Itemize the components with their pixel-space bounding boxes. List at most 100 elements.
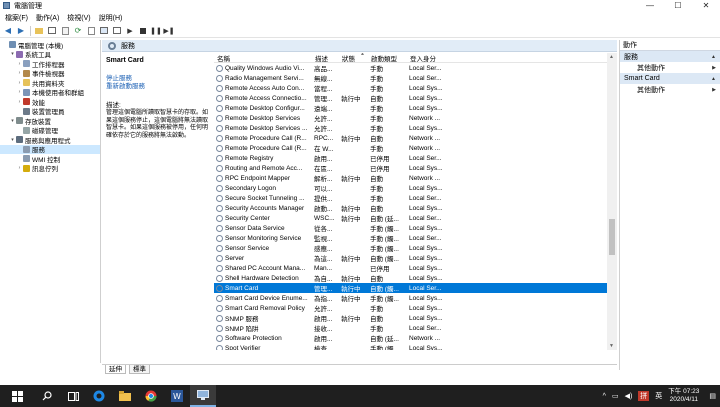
tree-item[interactable]: › 事件檢視器	[0, 69, 100, 78]
service-row[interactable]: Remote Desktop Configur... 遠端... 手動 Local S…	[214, 103, 617, 113]
tree-item[interactable]: ▾ 存放裝置	[0, 116, 100, 126]
tree-item[interactable]: 磁碟管理	[0, 126, 100, 135]
service-row[interactable]: Software Protection 啟用... 自動 (延... Network …	[214, 333, 617, 343]
service-row[interactable]: Security Center WSC... 執行中 自動 (延... Local Se…	[214, 213, 617, 223]
volume-icon[interactable]: ◀)	[625, 392, 633, 400]
service-row[interactable]: Remote Procedure Call (R... RPC... 執行中 自動 Ne…	[214, 133, 617, 143]
tree-item[interactable]: › 效能	[0, 97, 100, 107]
service-row[interactable]: Secondary Logon 可以... 手動 Local Sys...	[214, 183, 617, 193]
stop-service-link[interactable]: 停止服務	[106, 75, 210, 83]
folder-up-icon[interactable]	[34, 26, 44, 36]
refresh-icon[interactable]: ⟳	[73, 26, 83, 36]
tree-item[interactable]: › 工作排程器	[0, 59, 100, 69]
service-row[interactable]: Shell Hardware Detection 為自... 執行中 自動 Local …	[214, 273, 617, 283]
collapse-up-icon[interactable]: ▲	[711, 76, 716, 82]
resume-icon[interactable]: ▶❚	[163, 26, 174, 36]
tree-item[interactable]: 電腦管理 (本機)	[0, 40, 100, 50]
menu-action[interactable]: 動作(A)	[36, 13, 59, 23]
actions-group-smart-card[interactable]: Smart Card ▲	[620, 73, 720, 84]
more-actions-smart-card[interactable]: 其他動作 ▶	[620, 84, 720, 95]
tree-expand-icon[interactable]: ›	[16, 99, 23, 105]
pause-icon[interactable]: ❚❚	[150, 26, 162, 36]
tree-item[interactable]: ▾ 系統工具	[0, 50, 100, 59]
service-row[interactable]: Radio Management Servi... 無線... 手動 Local Se…	[214, 73, 617, 83]
play-icon[interactable]: ▶	[125, 26, 135, 36]
forward-arrow-icon[interactable]: ▶	[16, 26, 26, 36]
service-row[interactable]: Shared PC Account Mana... Man... 已停用 Local …	[214, 263, 617, 273]
windows-start-icon[interactable]	[0, 385, 34, 407]
input-language[interactable]: 英	[655, 391, 662, 401]
service-row[interactable]: Smart Card Device Enume... 為指... 執行中 手動 (觸.…	[214, 293, 617, 303]
tree-item[interactable]: › 共用資料夾	[0, 78, 100, 88]
service-row[interactable]: Remote Registry 啟用... 已停用 Local Ser...	[214, 153, 617, 163]
notifications-icon[interactable]: ▤	[709, 392, 716, 400]
service-row[interactable]: Quality Windows Audio Vi... 高品... 手動 Local …	[214, 63, 617, 73]
column-description[interactable]: 描述	[312, 53, 339, 63]
scroll-down-icon[interactable]: ▼	[609, 343, 614, 349]
service-row[interactable]: SNMP 陷阱 接收... 手動 Local Ser...	[214, 323, 617, 333]
service-row[interactable]: Spot Verifier 檢查... 手動 (觸... Local Sys...	[214, 343, 617, 350]
service-row[interactable]: Server 為這... 執行中 自動 (觸... Local Sys...	[214, 253, 617, 263]
service-row[interactable]: Sensor Data Service 從各... 手動 (觸... Local Sy…	[214, 223, 617, 233]
minimize-button[interactable]: —	[636, 0, 664, 11]
service-row[interactable]: Routing and Remote Acc... 在區... 已停用 Local S…	[214, 163, 617, 173]
edge-icon[interactable]	[86, 385, 112, 407]
service-row[interactable]: Sensor Service 感應... 手動 (觸... Local Sys...	[214, 243, 617, 253]
vertical-scrollbar[interactable]: ▲ ▼	[607, 53, 617, 350]
column-startup-type[interactable]: 啟動類型	[368, 53, 407, 63]
file-explorer-icon[interactable]	[112, 385, 138, 407]
collapse-up-icon[interactable]: ▲	[711, 54, 716, 60]
actions-group-services[interactable]: 服務 ▲	[620, 51, 720, 62]
show-hidden-icons-icon[interactable]: ^	[603, 393, 606, 400]
service-row[interactable]: Remote Access Auto Con... 當程... 手動 Local Sy…	[214, 83, 617, 93]
service-row[interactable]: Remote Desktop Services ... 允許... 手動 Local …	[214, 123, 617, 133]
ime-indicator[interactable]: 拼	[638, 391, 650, 401]
help-icon[interactable]	[99, 26, 109, 36]
back-arrow-icon[interactable]: ◀	[3, 26, 13, 36]
tree-expand-icon[interactable]: ›	[16, 61, 23, 67]
service-row[interactable]: Remote Access Connectio... 管理... 執行中 自動 Loca…	[214, 93, 617, 103]
clock[interactable]: 下午 07:23 2020/4/11	[668, 388, 699, 404]
tree-expand-icon[interactable]: ▾	[9, 137, 16, 143]
console-tree-icon[interactable]	[47, 26, 57, 36]
restart-service-link[interactable]: 重新啟動服務	[106, 83, 210, 91]
stop-icon[interactable]	[138, 26, 148, 36]
tab-extended[interactable]: 延伸	[105, 365, 126, 374]
tree-expand-icon[interactable]: ›	[16, 89, 23, 95]
network-icon[interactable]: ▭	[612, 392, 619, 400]
close-button[interactable]: ✕	[692, 0, 720, 11]
scroll-thumb[interactable]	[609, 219, 615, 255]
service-row[interactable]: Security Accounts Manager 啟動... 執行中 自動 Local…	[214, 203, 617, 213]
service-row[interactable]: Secure Socket Tunneling ... 提供... 手動 Local …	[214, 193, 617, 203]
tree-item[interactable]: WMI 控制	[0, 154, 100, 164]
maximize-button[interactable]: ☐	[664, 0, 692, 11]
service-row[interactable]: SNMP 服務 啟用... 執行中 自動 Local Sys...	[214, 313, 617, 323]
service-row[interactable]: RPC Endpoint Mapper 解析... 執行中 自動 Network ...	[214, 173, 617, 183]
tab-standard[interactable]: 標準	[129, 365, 150, 374]
chrome-icon[interactable]	[138, 385, 164, 407]
more-actions-services[interactable]: 其他動作 ▶	[620, 62, 720, 73]
console-icon[interactable]	[112, 26, 122, 36]
menu-view[interactable]: 檢視(V)	[67, 13, 90, 23]
tree-expand-icon[interactable]: ›	[16, 165, 23, 171]
properties-icon[interactable]	[60, 26, 70, 36]
tree-item[interactable]: 裝置管理員	[0, 107, 100, 116]
service-row[interactable]: Sensor Monitoring Service 監視... 手動 (觸... Lo…	[214, 233, 617, 243]
tree-item[interactable]: › 本機使用者和群組	[0, 88, 100, 97]
tree-expand-icon[interactable]: ▾	[9, 51, 16, 57]
service-row[interactable]: Remote Desktop Services 允許... 手動 Network ..…	[214, 113, 617, 123]
computer-management-icon[interactable]	[190, 385, 216, 407]
tree-item[interactable]: › 訊息佇列	[0, 164, 100, 173]
export-icon[interactable]	[86, 26, 96, 36]
tree-expand-icon[interactable]: ›	[16, 70, 23, 76]
tree-item[interactable]: ▾ 服務與應用程式	[0, 135, 100, 145]
search-icon[interactable]	[34, 385, 60, 407]
menu-file[interactable]: 檔案(F)	[5, 13, 28, 23]
word-icon[interactable]: W	[164, 385, 190, 407]
service-row[interactable]: Smart Card Removal Policy 允許... 手動 Local Sy…	[214, 303, 617, 313]
service-row[interactable]: Remote Procedure Call (R... 在 W... 手動 Netwo…	[214, 143, 617, 153]
tree-expand-icon[interactable]: ›	[16, 80, 23, 86]
scroll-up-icon[interactable]: ▲	[609, 54, 614, 60]
column-log-on-as[interactable]: 登入身分	[407, 53, 443, 63]
tree-expand-icon[interactable]: ▾	[9, 118, 16, 124]
